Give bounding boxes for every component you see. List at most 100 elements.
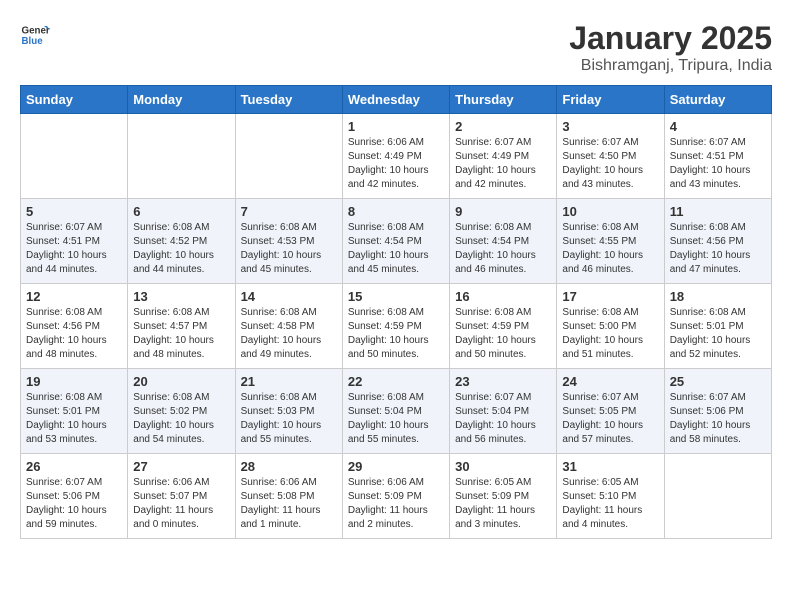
day-number: 23 (455, 374, 551, 389)
day-info: Sunrise: 6:07 AM Sunset: 4:51 PM Dayligh… (670, 136, 766, 192)
day-number: 5 (26, 204, 122, 219)
weekday-header-row: SundayMondayTuesdayWednesdayThursdayFrid… (21, 86, 772, 114)
calendar-table: SundayMondayTuesdayWednesdayThursdayFrid… (20, 85, 772, 539)
day-cell: 26Sunrise: 6:07 AM Sunset: 5:06 PM Dayli… (21, 454, 128, 539)
day-info: Sunrise: 6:06 AM Sunset: 4:49 PM Dayligh… (348, 136, 444, 192)
day-cell: 10Sunrise: 6:08 AM Sunset: 4:55 PM Dayli… (557, 199, 664, 284)
day-cell: 4 Sunrise: 6:07 AM Sunset: 4:51 PM Daylig… (664, 114, 771, 199)
weekday-header-tuesday: Tuesday (235, 86, 342, 114)
day-cell: 22 Sunrise: 6:08 AM Sunset: 5:04 PM Dayli… (342, 369, 449, 454)
day-cell: 14 Sunrise: 6:08 AM Sunset: 4:58 PM Dayli… (235, 284, 342, 369)
day-number: 20 (133, 374, 229, 389)
weekday-header-monday: Monday (128, 86, 235, 114)
day-cell: 16 Sunrise: 6:08 AM Sunset: 4:59 PM Dayli… (450, 284, 557, 369)
day-info: Sunrise: 6:08 AM Sunset: 4:59 PM Dayligh… (455, 306, 551, 362)
weekday-header-thursday: Thursday (450, 86, 557, 114)
weekday-header-saturday: Saturday (664, 86, 771, 114)
day-number: 19 (26, 374, 122, 389)
day-info: Sunrise: 6:08 AM Sunset: 5:04 PM Dayligh… (348, 391, 444, 447)
day-cell: 18Sunrise: 6:08 AM Sunset: 5:01 PM Dayli… (664, 284, 771, 369)
day-info: Sunrise: 6:08 AM Sunset: 4:56 PM Dayligh… (26, 306, 122, 362)
day-number: 6 (133, 204, 229, 219)
day-cell: 24 Sunrise: 6:07 AM Sunset: 5:05 PM Dayli… (557, 369, 664, 454)
day-cell: 17 Sunrise: 6:08 AM Sunset: 5:00 PM Dayli… (557, 284, 664, 369)
day-number: 25 (670, 374, 766, 389)
day-cell: 23 Sunrise: 6:07 AM Sunset: 5:04 PM Dayli… (450, 369, 557, 454)
day-cell: 6 Sunrise: 6:08 AM Sunset: 4:52 PM Daylig… (128, 199, 235, 284)
day-number: 16 (455, 289, 551, 304)
day-info: Sunrise: 6:08 AM Sunset: 5:00 PM Dayligh… (562, 306, 658, 362)
day-info: Sunrise: 6:06 AM Sunset: 5:09 PM Dayligh… (348, 476, 444, 532)
title-block: January 2025 Bishramganj, Tripura, India (569, 20, 772, 75)
weekday-header-sunday: Sunday (21, 86, 128, 114)
day-cell: 5 Sunrise: 6:07 AM Sunset: 4:51 PM Daylig… (21, 199, 128, 284)
day-cell: 7Sunrise: 6:08 AM Sunset: 4:53 PM Daylig… (235, 199, 342, 284)
day-cell: 3 Sunrise: 6:07 AM Sunset: 4:50 PM Daylig… (557, 114, 664, 199)
day-cell: 20 Sunrise: 6:08 AM Sunset: 5:02 PM Dayli… (128, 369, 235, 454)
day-info: Sunrise: 6:08 AM Sunset: 5:03 PM Dayligh… (241, 391, 337, 447)
day-cell: 1 Sunrise: 6:06 AM Sunset: 4:49 PM Daylig… (342, 114, 449, 199)
day-info: Sunrise: 6:07 AM Sunset: 4:50 PM Dayligh… (562, 136, 658, 192)
day-info: Sunrise: 6:08 AM Sunset: 5:01 PM Dayligh… (26, 391, 122, 447)
day-cell (664, 454, 771, 539)
day-number: 10 (562, 204, 658, 219)
logo: General Blue (20, 20, 50, 50)
week-row-4: 19 Sunrise: 6:08 AM Sunset: 5:01 PM Dayli… (21, 369, 772, 454)
page-header: General Blue January 2025 Bishramganj, T… (20, 20, 772, 75)
day-info: Sunrise: 6:07 AM Sunset: 5:05 PM Dayligh… (562, 391, 658, 447)
day-number: 3 (562, 119, 658, 134)
weekday-header-friday: Friday (557, 86, 664, 114)
day-info: Sunrise: 6:08 AM Sunset: 4:54 PM Dayligh… (455, 221, 551, 277)
day-number: 8 (348, 204, 444, 219)
day-number: 13 (133, 289, 229, 304)
day-number: 26 (26, 459, 122, 474)
location-title: Bishramganj, Tripura, India (569, 57, 772, 75)
day-info: Sunrise: 6:08 AM Sunset: 4:59 PM Dayligh… (348, 306, 444, 362)
week-row-2: 5 Sunrise: 6:07 AM Sunset: 4:51 PM Daylig… (21, 199, 772, 284)
day-number: 7 (241, 204, 337, 219)
month-title: January 2025 (569, 20, 772, 57)
day-number: 17 (562, 289, 658, 304)
day-info: Sunrise: 6:07 AM Sunset: 4:51 PM Dayligh… (26, 221, 122, 277)
day-number: 4 (670, 119, 766, 134)
day-cell: 29 Sunrise: 6:06 AM Sunset: 5:09 PM Dayli… (342, 454, 449, 539)
day-number: 22 (348, 374, 444, 389)
day-cell: 30 Sunrise: 6:05 AM Sunset: 5:09 PM Dayli… (450, 454, 557, 539)
day-number: 30 (455, 459, 551, 474)
day-number: 12 (26, 289, 122, 304)
day-cell (235, 114, 342, 199)
day-cell: 27Sunrise: 6:06 AM Sunset: 5:07 PM Dayli… (128, 454, 235, 539)
day-number: 21 (241, 374, 337, 389)
day-number: 15 (348, 289, 444, 304)
day-info: Sunrise: 6:08 AM Sunset: 4:56 PM Dayligh… (670, 221, 766, 277)
day-cell: 28Sunrise: 6:06 AM Sunset: 5:08 PM Dayli… (235, 454, 342, 539)
day-info: Sunrise: 6:08 AM Sunset: 4:57 PM Dayligh… (133, 306, 229, 362)
week-row-1: 1 Sunrise: 6:06 AM Sunset: 4:49 PM Daylig… (21, 114, 772, 199)
day-info: Sunrise: 6:05 AM Sunset: 5:09 PM Dayligh… (455, 476, 551, 532)
svg-text:Blue: Blue (22, 36, 44, 47)
day-cell: 19 Sunrise: 6:08 AM Sunset: 5:01 PM Dayli… (21, 369, 128, 454)
day-cell (128, 114, 235, 199)
day-cell: 2 Sunrise: 6:07 AM Sunset: 4:49 PM Daylig… (450, 114, 557, 199)
day-number: 1 (348, 119, 444, 134)
day-info: Sunrise: 6:05 AM Sunset: 5:10 PM Dayligh… (562, 476, 658, 532)
day-info: Sunrise: 6:08 AM Sunset: 4:58 PM Dayligh… (241, 306, 337, 362)
day-cell: 12 Sunrise: 6:08 AM Sunset: 4:56 PM Dayli… (21, 284, 128, 369)
day-cell: 15 Sunrise: 6:08 AM Sunset: 4:59 PM Dayli… (342, 284, 449, 369)
day-info: Sunrise: 6:08 AM Sunset: 5:02 PM Dayligh… (133, 391, 229, 447)
day-info: Sunrise: 6:06 AM Sunset: 5:08 PM Dayligh… (241, 476, 337, 532)
day-info: Sunrise: 6:07 AM Sunset: 4:49 PM Dayligh… (455, 136, 551, 192)
day-number: 14 (241, 289, 337, 304)
day-info: Sunrise: 6:08 AM Sunset: 4:52 PM Dayligh… (133, 221, 229, 277)
day-number: 9 (455, 204, 551, 219)
day-number: 27 (133, 459, 229, 474)
day-cell: 13 Sunrise: 6:08 AM Sunset: 4:57 PM Dayli… (128, 284, 235, 369)
day-number: 24 (562, 374, 658, 389)
day-cell: 8Sunrise: 6:08 AM Sunset: 4:54 PM Daylig… (342, 199, 449, 284)
day-cell: 9 Sunrise: 6:08 AM Sunset: 4:54 PM Daylig… (450, 199, 557, 284)
week-row-3: 12 Sunrise: 6:08 AM Sunset: 4:56 PM Dayli… (21, 284, 772, 369)
day-info: Sunrise: 6:07 AM Sunset: 5:04 PM Dayligh… (455, 391, 551, 447)
day-cell: 31Sunrise: 6:05 AM Sunset: 5:10 PM Dayli… (557, 454, 664, 539)
day-number: 29 (348, 459, 444, 474)
day-number: 2 (455, 119, 551, 134)
